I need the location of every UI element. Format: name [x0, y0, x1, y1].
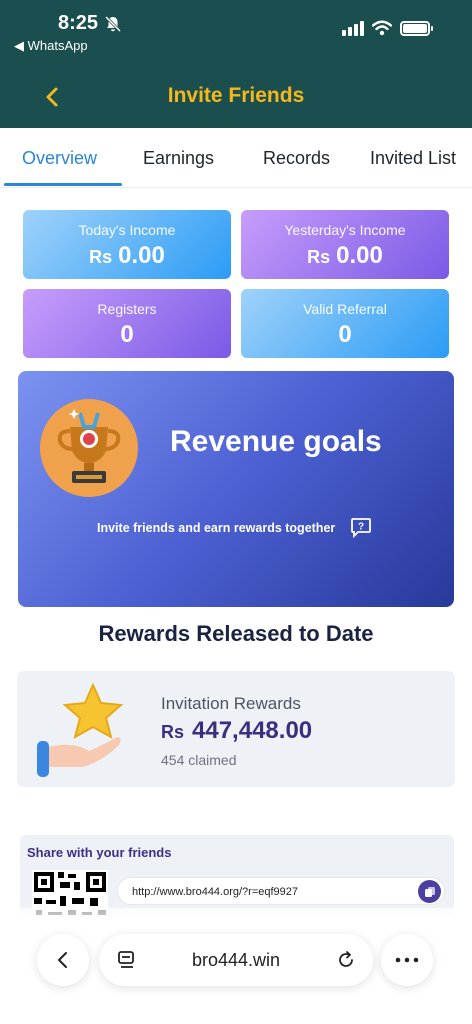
valid-referral-label: Valid Referral: [303, 301, 387, 317]
help-icon[interactable]: ?: [350, 516, 372, 538]
page-title: Invite Friends: [167, 84, 305, 107]
yesterday-income-card: Yesterday's Income Rs 0.00: [241, 210, 449, 279]
more-button[interactable]: [381, 934, 433, 986]
more-icon: [395, 957, 419, 963]
status-indicators: [342, 20, 433, 36]
mute-bell-icon: [104, 15, 122, 32]
tab-invited-list[interactable]: Invited List: [370, 148, 456, 169]
copy-button[interactable]: [418, 880, 441, 903]
status-time-text: 8:25: [58, 12, 99, 34]
invitation-rewards-card: Invitation Rewards Rs 447,448.00 454 clai…: [17, 671, 455, 787]
tab-overview[interactable]: Overview: [22, 148, 97, 169]
registers-label: Registers: [97, 301, 157, 317]
referral-link-text: http://www.bro444.org/?r=eqf9927: [132, 886, 299, 898]
signal-icon: [342, 20, 364, 36]
star-hand-icon: [37, 682, 124, 777]
tab-bar: Overview Earnings Records Invited List: [0, 128, 472, 188]
today-income-card: Today's Income Rs 0.00: [23, 210, 231, 279]
browser-back-button[interactable]: [37, 934, 89, 986]
url-domain: bro444.win: [191, 950, 281, 970]
invitation-rewards-amount: Rs 447,448.00: [161, 717, 313, 744]
app-header: 8:25 ◀ WhatsApp Invite Friends: [0, 0, 472, 128]
active-tab-indicator: [4, 183, 122, 186]
registers-card: Registers 0: [23, 289, 231, 358]
valid-referral-card: Valid Referral 0: [241, 289, 449, 358]
invitation-rewards-claimed: 454 claimed: [161, 752, 237, 768]
revenue-goals-subtitle: Invite friends and earn rewards together: [97, 521, 336, 535]
browser-toolbar: bro444.win: [0, 908, 472, 1024]
tab-earnings[interactable]: Earnings: [143, 148, 214, 169]
yesterday-income-label: Yesterday's Income: [284, 222, 406, 238]
rewards-released-heading: Rewards Released to Date: [98, 621, 374, 646]
battery-icon: [400, 21, 433, 36]
browser-back-icon: [58, 952, 67, 968]
share-title: Share with your friends: [27, 845, 172, 860]
reload-icon[interactable]: [335, 949, 357, 971]
revenue-goals-title: Revenue goals: [170, 425, 382, 458]
referral-link-field[interactable]: http://www.bro444.org/?r=eqf9927: [117, 877, 445, 905]
address-bar[interactable]: bro444.win: [99, 934, 373, 986]
today-income-label: Today's Income: [78, 222, 176, 238]
svg-text:?: ?: [358, 522, 364, 533]
trophy-icon: [40, 399, 138, 497]
share-section: Share with your friends http://www.bro44…: [20, 835, 454, 915]
invitation-rewards-title: Invitation Rewards: [161, 694, 301, 713]
today-income-value: Rs 0.00: [89, 242, 165, 269]
status-time: 8:25: [58, 12, 122, 35]
wifi-icon: [372, 20, 392, 36]
valid-referral-value: 0: [338, 321, 352, 348]
return-to-app-link[interactable]: ◀ WhatsApp: [14, 38, 88, 54]
registers-value: 0: [120, 321, 134, 348]
yesterday-income-value: Rs 0.00: [307, 242, 383, 269]
copy-icon: [424, 886, 435, 897]
tab-records[interactable]: Records: [263, 148, 330, 169]
revenue-goals-banner: Revenue goals Invite friends and earn re…: [18, 371, 454, 607]
